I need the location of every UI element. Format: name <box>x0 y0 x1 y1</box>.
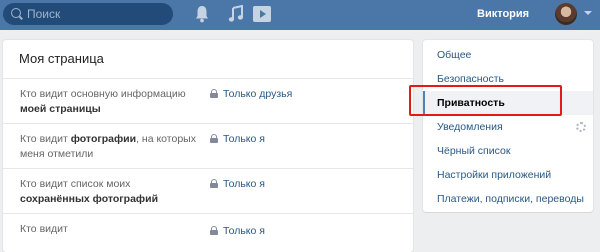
gear-icon[interactable] <box>576 122 586 132</box>
lock-icon <box>210 226 218 235</box>
search-icon <box>11 8 21 18</box>
menu-item-blacklist[interactable]: Чёрный список <box>423 139 593 163</box>
play-icon[interactable] <box>253 5 271 23</box>
row-value[interactable]: Только я <box>210 224 265 239</box>
settings-menu: Общее Безопасность Приватность Уведомлен… <box>423 40 593 212</box>
row-label: Кто видит основную информацию моей стран… <box>20 88 186 115</box>
menu-item-app-settings[interactable]: Настройки приложений <box>423 163 593 187</box>
lock-icon <box>210 179 218 188</box>
row-value[interactable]: Только я <box>210 177 265 192</box>
music-icon[interactable] <box>228 5 244 23</box>
settings-row-main-info[interactable]: Кто видит основную информацию моей стран… <box>3 79 413 124</box>
avatar[interactable] <box>555 3 577 25</box>
bell-icon[interactable] <box>195 5 209 23</box>
row-value[interactable]: Только я <box>210 132 265 147</box>
settings-row-tagged-photos[interactable]: Кто видит фотографии, на которых меня от… <box>3 124 413 169</box>
row-label: Кто видит список моих сохранённых фотогр… <box>20 178 159 205</box>
top-bar: Поиск Виктория <box>0 0 600 30</box>
lock-icon <box>210 89 218 98</box>
highlight-box <box>409 85 562 116</box>
menu-item-payments[interactable]: Платежи, подписки, переводы <box>423 187 593 211</box>
user-name[interactable]: Виктория <box>477 0 529 28</box>
settings-row-partial[interactable]: Кто видит Только я <box>3 214 413 252</box>
chevron-down-icon[interactable] <box>584 11 592 15</box>
settings-row-saved-photos[interactable]: Кто видит список моих сохранённых фотогр… <box>3 169 413 214</box>
row-value[interactable]: Только друзья <box>210 87 292 102</box>
privacy-panel: Моя страница Кто видит основную информац… <box>3 40 413 252</box>
search-input[interactable]: Поиск <box>3 3 173 25</box>
menu-item-general[interactable]: Общее <box>423 43 593 67</box>
page-title: Моя страница <box>3 40 413 79</box>
row-label: Кто видит фотографии, на которых меня от… <box>20 133 196 160</box>
search-placeholder: Поиск <box>27 7 61 21</box>
menu-item-notifications[interactable]: Уведомления <box>423 115 593 139</box>
lock-icon <box>210 134 218 143</box>
row-label: Кто видит <box>20 223 68 235</box>
